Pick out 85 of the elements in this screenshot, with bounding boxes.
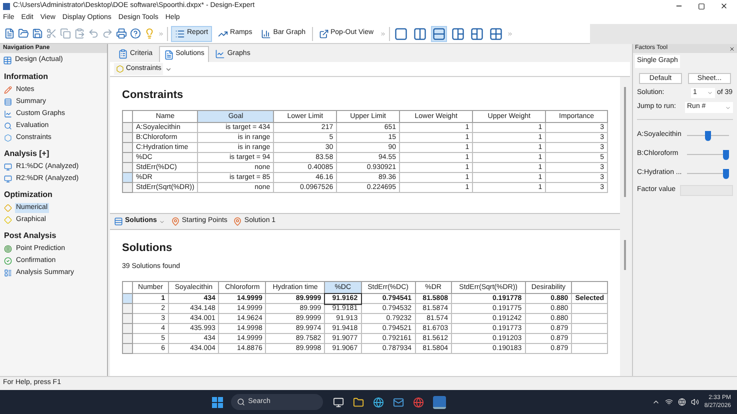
pin-icon: [170, 217, 180, 226]
redo-icon[interactable]: [102, 28, 113, 39]
speaker-icon[interactable]: [691, 398, 700, 406]
overflow-chevron-icon[interactable]: [158, 30, 164, 36]
section-heading: Optimization: [3, 189, 54, 201]
print-icon[interactable]: [116, 28, 127, 39]
browser-icon[interactable]: [413, 396, 424, 408]
row-selector[interactable]: [122, 162, 132, 172]
row-selector[interactable]: [122, 152, 132, 162]
help-icon[interactable]: [130, 28, 141, 39]
row-selector[interactable]: [122, 304, 132, 314]
scrollbar-thumb[interactable]: [624, 87, 626, 197]
mail-icon[interactable]: [393, 396, 404, 408]
folder-icon[interactable]: [353, 396, 364, 408]
layout-icon: [470, 28, 483, 40]
browser-icon[interactable]: [373, 396, 384, 408]
restore-icon[interactable]: [698, 2, 705, 10]
layout-icon: [394, 28, 407, 40]
popout-icon: [318, 28, 328, 38]
layout-button[interactable]: [430, 26, 447, 42]
list-icon: [175, 28, 185, 38]
row-selector[interactable]: [122, 344, 132, 354]
row-selector[interactable]: [122, 182, 132, 192]
row-selector[interactable]: [122, 314, 132, 324]
row-selector[interactable]: [122, 334, 132, 344]
pin-icon: [233, 217, 242, 226]
chevron-up-icon[interactable]: [652, 398, 660, 406]
nav-item-icon: [4, 98, 12, 106]
save-icon[interactable]: [32, 28, 43, 39]
row-selector[interactable]: [122, 122, 132, 132]
scrollbar-thumb[interactable]: [624, 240, 626, 270]
list-icon: [114, 217, 123, 226]
row-selector[interactable]: [122, 142, 132, 152]
layout-button[interactable]: [412, 26, 428, 42]
section-heading: Analysis [+]: [3, 148, 50, 160]
nav-item-icon: [4, 269, 12, 277]
nav-item-icon: [4, 245, 12, 253]
layout-button[interactable]: [392, 26, 409, 42]
tab-icon: [118, 49, 128, 59]
taskbar-app-icon[interactable]: [333, 396, 344, 408]
app-logo-icon: [3, 2, 10, 10]
open-folder-icon[interactable]: [18, 28, 29, 39]
layout-button[interactable]: [468, 26, 485, 42]
layout-icon: [414, 28, 426, 40]
active-app-icon[interactable]: [433, 396, 446, 408]
nav-item-icon: [4, 257, 12, 265]
section-title: Constraints: [122, 88, 184, 103]
row-selector[interactable]: [122, 324, 132, 334]
close-icon[interactable]: [720, 2, 728, 10]
layout-button[interactable]: [488, 26, 504, 42]
windows-start-icon[interactable]: [212, 396, 224, 408]
search-icon: [237, 398, 246, 406]
network-icon[interactable]: [665, 398, 674, 406]
layout-button[interactable]: [450, 26, 466, 42]
nav-item-icon: [4, 163, 12, 171]
nav-item-icon: [4, 86, 12, 94]
nav-item-icon: [4, 110, 12, 118]
cut-icon[interactable]: [46, 28, 57, 39]
globe-icon[interactable]: [678, 398, 686, 406]
paste-icon[interactable]: [74, 28, 85, 39]
section-heading: Information: [3, 71, 49, 83]
nav-item-icon: [4, 175, 12, 183]
close-icon[interactable]: [729, 46, 735, 52]
section-title: Solutions: [122, 241, 174, 256]
slider-thumb[interactable]: [723, 150, 729, 160]
layout-icon: [452, 28, 464, 40]
tab-icon: [215, 49, 226, 59]
bar-chart-icon: [261, 28, 272, 38]
layout-icon: [490, 28, 502, 40]
layout-icon: [432, 28, 445, 40]
undo-icon[interactable]: [88, 28, 99, 39]
new-file-icon[interactable]: [4, 28, 15, 39]
tab-icon: [164, 50, 174, 60]
overflow-chevron-icon[interactable]: [380, 30, 386, 36]
nav-item-icon: [4, 122, 12, 130]
table-icon: [3, 56, 12, 64]
section-heading: Post Analysis: [3, 230, 58, 242]
slider-thumb[interactable]: [705, 130, 711, 140]
overflow-chevron-icon[interactable]: [506, 30, 513, 36]
row-selector[interactable]: [122, 132, 132, 142]
trend-icon: [218, 28, 228, 38]
nav-item-icon: [4, 134, 12, 142]
copy-icon[interactable]: [60, 28, 71, 39]
hexagon-icon: [116, 65, 124, 73]
slider-thumb[interactable]: [723, 168, 729, 178]
